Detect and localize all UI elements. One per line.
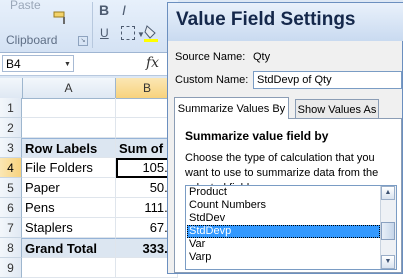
paste-button[interactable]: Paste xyxy=(10,0,41,12)
row-header-7[interactable]: 7 xyxy=(0,218,22,238)
summarize-tab-panel: Summarize value field by Choose the type… xyxy=(174,118,402,273)
cell-a2[interactable] xyxy=(22,118,116,138)
grand-total-label[interactable]: Grand Total xyxy=(22,238,116,258)
source-name-value: Qty xyxy=(253,51,271,63)
name-box-dropdown-icon[interactable]: ▼ xyxy=(64,61,71,68)
formula-bar: B4 ▼ fx xyxy=(0,53,178,76)
row-header-3[interactable]: 3 xyxy=(0,138,22,158)
worksheet-grid: A B 1 2 3 4 5 6 7 8 9 Row Labels ▼ Sum o… xyxy=(0,78,178,278)
function-list-scrollbar[interactable]: ▲ ▼ xyxy=(380,186,396,269)
pivot-row-label[interactable]: Paper xyxy=(22,178,116,198)
row-header-2[interactable]: 2 xyxy=(0,118,22,138)
cell-a9[interactable] xyxy=(22,258,116,278)
scrollbar-thumb[interactable] xyxy=(381,222,395,240)
dialog-title: Value Field Settings xyxy=(176,9,356,30)
function-option[interactable]: Var xyxy=(187,238,380,251)
function-listbox[interactable]: Product Count Numbers StdDev StdDevp Var… xyxy=(185,185,397,270)
row-header-1[interactable]: 1 xyxy=(0,98,22,118)
tab-summarize-values-by[interactable]: Summarize Values By xyxy=(174,97,289,119)
dialog-body: Source Name: Qty Custom Name: Summarize … xyxy=(168,41,402,273)
row-header-6[interactable]: 6 xyxy=(0,198,22,218)
ribbon-separator xyxy=(92,2,93,48)
custom-name-input[interactable] xyxy=(253,71,402,89)
row-header-8[interactable]: 8 xyxy=(0,238,22,258)
pivot-row-label[interactable]: Staplers xyxy=(22,218,116,238)
scroll-up-arrow-icon[interactable]: ▲ xyxy=(381,186,395,200)
ribbon: Paste Clipboard ↘ B I U ▼ xyxy=(0,0,178,53)
pivot-row-label[interactable]: File Folders xyxy=(22,158,116,178)
underline-button[interactable]: U xyxy=(100,26,109,40)
borders-icon[interactable] xyxy=(121,26,135,40)
bold-button[interactable]: B xyxy=(99,2,109,18)
row-header-4[interactable]: 4 xyxy=(0,158,22,178)
function-option-selected[interactable]: StdDevp xyxy=(187,225,380,238)
clipboard-group-label: Clipboard xyxy=(6,33,58,47)
pivot-row-label[interactable]: Pens xyxy=(22,198,116,218)
pivot-row-labels-header[interactable]: Row Labels ▼ xyxy=(22,138,116,158)
column-headers: A B xyxy=(0,78,178,99)
cell-a1[interactable] xyxy=(22,98,116,118)
row-header-9[interactable]: 9 xyxy=(0,258,22,278)
dialog-titlebar[interactable]: Value Field Settings xyxy=(168,3,403,41)
summarize-heading: Summarize value field by xyxy=(185,129,329,143)
custom-name-label: Custom Name: xyxy=(175,74,249,86)
source-name-label: Source Name: xyxy=(175,51,246,63)
fill-color-icon[interactable] xyxy=(144,24,158,42)
function-option[interactable]: StdDev xyxy=(187,212,380,225)
function-option[interactable]: Varp xyxy=(187,251,380,264)
italic-button[interactable]: I xyxy=(122,2,126,18)
format-painter-icon[interactable] xyxy=(52,10,70,26)
dialog-launcher-icon[interactable]: ↘ xyxy=(78,36,88,46)
column-header-a[interactable]: A xyxy=(22,78,116,98)
value-field-settings-dialog: Value Field Settings Source Name: Qty Cu… xyxy=(167,2,403,274)
row-header-5[interactable]: 5 xyxy=(0,178,22,198)
select-all-corner[interactable] xyxy=(0,78,23,98)
function-option[interactable]: Product xyxy=(187,186,380,199)
row-labels-text: Row Labels xyxy=(25,141,98,156)
scroll-down-arrow-icon[interactable]: ▼ xyxy=(381,255,395,269)
insert-function-button[interactable]: fx xyxy=(146,55,159,71)
function-option[interactable]: Count Numbers xyxy=(187,199,380,212)
tab-show-values-as[interactable]: Show Values As xyxy=(295,99,379,119)
